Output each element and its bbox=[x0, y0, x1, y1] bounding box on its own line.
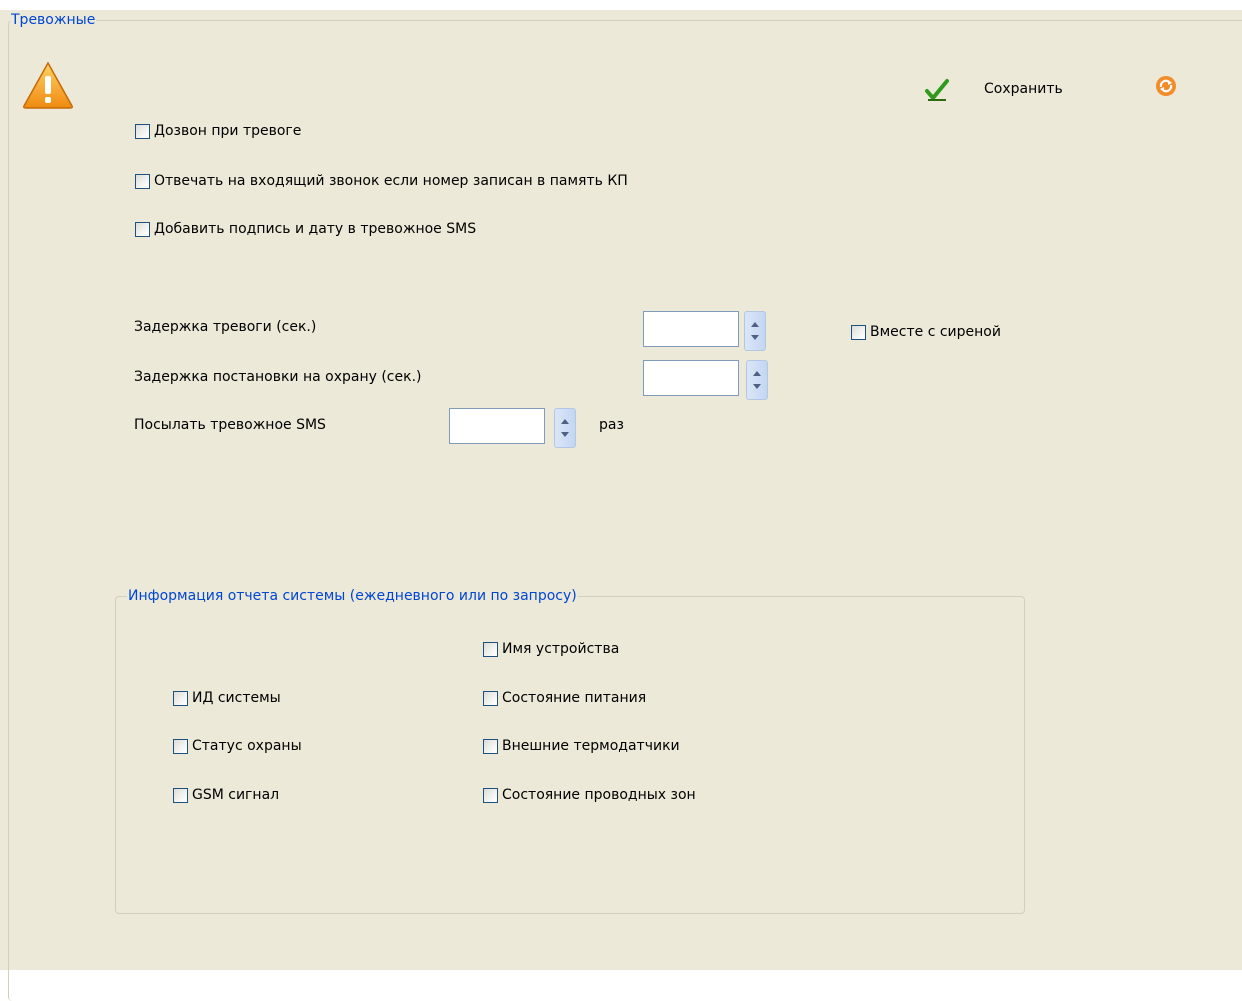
checkbox-box[interactable] bbox=[173, 787, 188, 803]
checkbox-label: Имя устройства bbox=[502, 641, 620, 657]
checkbox-box[interactable] bbox=[851, 324, 866, 340]
sms-count-label: Посылать тревожное SMS bbox=[134, 417, 326, 433]
save-icon[interactable] bbox=[924, 78, 950, 106]
system-id-checkbox[interactable]: ИД системы bbox=[173, 689, 281, 707]
alarm-delay-input[interactable] bbox=[643, 311, 739, 347]
arm-status-checkbox[interactable]: Статус охраны bbox=[173, 737, 302, 755]
call-on-alarm-checkbox[interactable]: Дозвон при тревоге bbox=[135, 122, 301, 140]
arm-delay-label: Задержка постановки на охрану (сек.) bbox=[134, 369, 422, 385]
checkbox-label: Состояние проводных зон bbox=[502, 787, 696, 803]
sms-count-spinner[interactable] bbox=[554, 408, 576, 448]
spinner-up-icon[interactable] bbox=[751, 322, 759, 327]
checkbox-label: Внешние термодатчики bbox=[502, 738, 680, 754]
device-name-checkbox[interactable]: Имя устройства bbox=[483, 640, 619, 658]
alarm-delay-label: Задержка тревоги (сек.) bbox=[134, 319, 317, 335]
checkbox-label: Добавить подпись и дату в тревожное SMS bbox=[154, 221, 477, 237]
warning-triangle-icon bbox=[22, 60, 74, 114]
spinner-down-icon[interactable] bbox=[561, 432, 569, 437]
checkbox-label: Отвечать на входящий звонок если номер з… bbox=[154, 173, 628, 189]
add-signature-checkbox[interactable]: Добавить подпись и дату в тревожное SMS bbox=[135, 220, 476, 238]
sms-count-input[interactable] bbox=[449, 408, 545, 444]
checkbox-label: Дозвон при тревоге bbox=[154, 123, 302, 139]
ext-thermo-checkbox[interactable]: Внешние термодатчики bbox=[483, 737, 680, 755]
checkbox-box[interactable] bbox=[483, 641, 498, 657]
save-button[interactable]: Сохранить bbox=[984, 80, 1063, 98]
checkbox-box[interactable] bbox=[135, 221, 150, 237]
spinner-up-icon[interactable] bbox=[561, 419, 569, 424]
checkbox-box[interactable] bbox=[483, 787, 498, 803]
checkbox-box[interactable] bbox=[483, 690, 498, 706]
alarm-delay-spinner[interactable] bbox=[744, 311, 766, 351]
spinner-up-icon[interactable] bbox=[753, 371, 761, 376]
spinner-down-icon[interactable] bbox=[753, 384, 761, 389]
checkbox-box[interactable] bbox=[483, 738, 498, 754]
refresh-icon[interactable] bbox=[1155, 75, 1177, 101]
checkbox-label: Статус охраны bbox=[192, 738, 302, 754]
sms-count-suffix: раз bbox=[599, 417, 624, 433]
spinner-down-icon[interactable] bbox=[751, 335, 759, 340]
gsm-signal-checkbox[interactable]: GSM сигнал bbox=[173, 786, 279, 804]
checkbox-box[interactable] bbox=[173, 738, 188, 754]
checkbox-box[interactable] bbox=[135, 173, 150, 189]
alarm-settings-panel: Тревожные Сохранить Дозвон при тревоге О… bbox=[0, 10, 1242, 1001]
wired-zones-checkbox[interactable]: Состояние проводных зон bbox=[483, 786, 696, 804]
answer-incoming-checkbox[interactable]: Отвечать на входящий звонок если номер з… bbox=[135, 172, 628, 190]
checkbox-label: Состояние питания bbox=[502, 690, 647, 706]
checkbox-box[interactable] bbox=[173, 690, 188, 706]
checkbox-box[interactable] bbox=[135, 123, 150, 139]
alarm-group-title: Тревожные bbox=[10, 12, 97, 28]
power-state-checkbox[interactable]: Состояние питания bbox=[483, 689, 646, 707]
arm-delay-spinner[interactable] bbox=[746, 360, 768, 400]
with-siren-checkbox[interactable]: Вместе с сиреной bbox=[851, 323, 1001, 341]
checkbox-label: GSM сигнал bbox=[192, 787, 280, 803]
report-group-title: Информация отчета системы (ежедневного и… bbox=[127, 588, 578, 604]
arm-delay-input[interactable] bbox=[643, 360, 739, 396]
checkbox-label: Вместе с сиреной bbox=[870, 324, 1001, 340]
checkbox-label: ИД системы bbox=[192, 690, 281, 706]
